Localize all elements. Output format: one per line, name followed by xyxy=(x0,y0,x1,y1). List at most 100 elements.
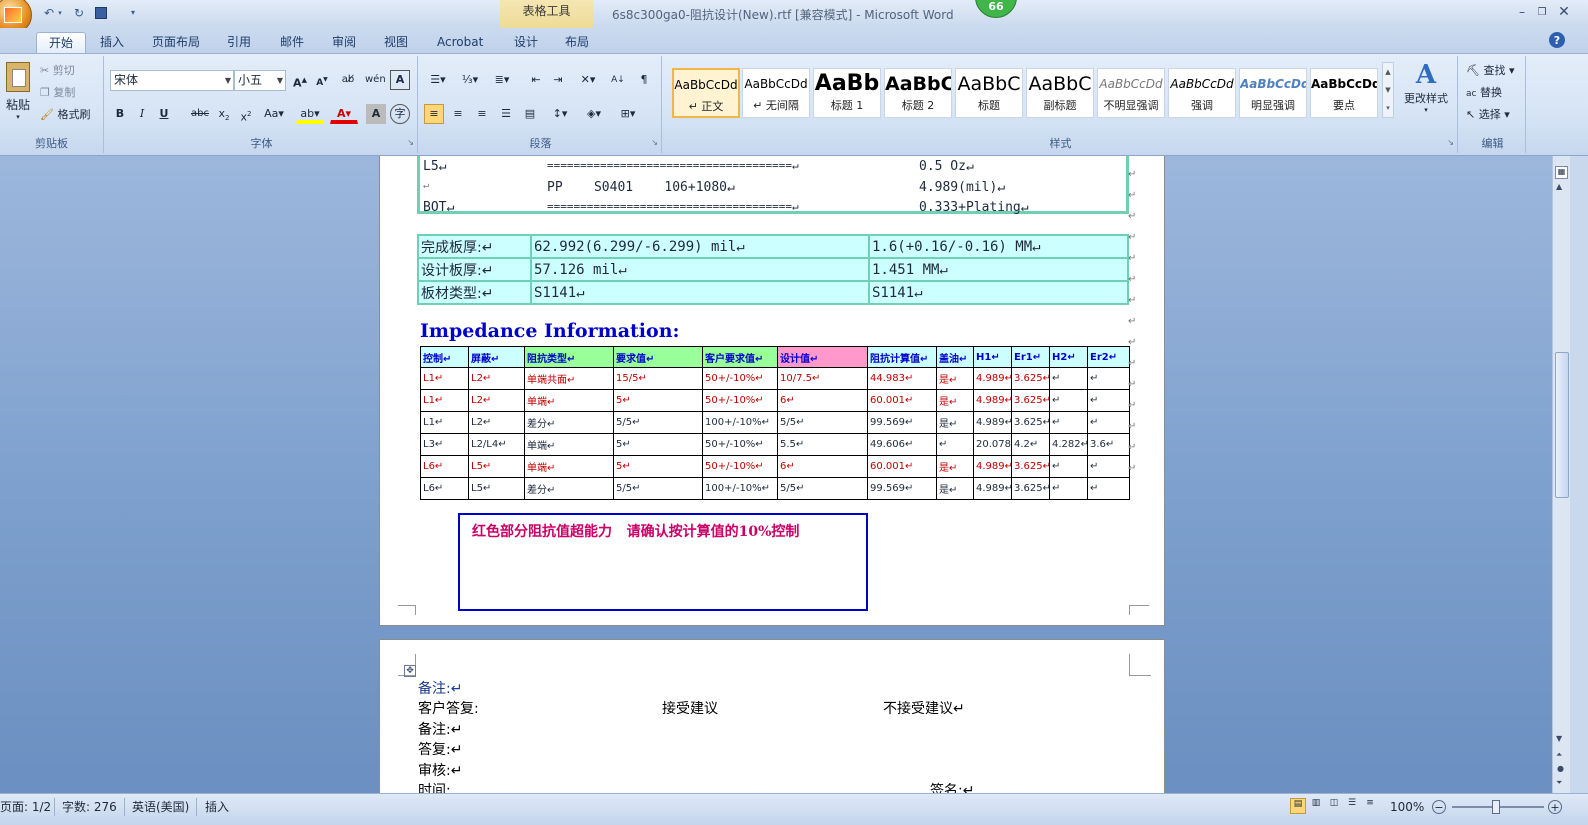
style-subtitle[interactable]: AaBbC 副标题 xyxy=(1026,68,1094,118)
tab-page-layout[interactable]: 页面布局 xyxy=(140,32,212,53)
multilevel-list-icon[interactable]: ≣▾ xyxy=(488,70,516,90)
clear-format-icon[interactable]: ab̸ xyxy=(338,70,358,90)
table-move-handle-icon[interactable]: ✥ xyxy=(404,665,416,677)
numbering-icon[interactable]: ⅓▾ xyxy=(456,70,484,90)
table-cell: 20.078↵ xyxy=(973,433,1012,456)
accept-option[interactable]: 接受建议 xyxy=(662,698,718,718)
subscript-icon[interactable]: x2 xyxy=(214,104,234,124)
zoom-out-icon[interactable]: − xyxy=(1432,800,1446,814)
word-count[interactable]: 字数: 276 xyxy=(62,796,117,818)
customize-qat-icon[interactable]: ▾ xyxy=(124,4,142,22)
replace-button[interactable]: ac 替换 xyxy=(1466,84,1502,100)
shrink-font-icon[interactable]: A▼ xyxy=(312,70,332,90)
style-title[interactable]: AaBbC 标题 xyxy=(955,68,1023,118)
underline-icon[interactable]: U xyxy=(154,104,174,124)
browse-object-icon[interactable]: ● xyxy=(1557,764,1564,773)
copy-button[interactable]: ❐ 复制 xyxy=(40,84,75,100)
enclose-char-icon[interactable]: 字 xyxy=(390,104,410,124)
style-normal[interactable]: AaBbCcDd ↵ 正文 xyxy=(672,68,740,118)
decrease-indent-icon[interactable]: ⇤ xyxy=(526,70,546,90)
font-name-combo[interactable]: 宋体 ▼ xyxy=(110,70,234,91)
show-marks-icon[interactable]: ¶ xyxy=(634,70,654,90)
outline-icon[interactable]: ☰ xyxy=(1344,798,1360,814)
restore-icon[interactable]: ❐ xyxy=(1532,3,1552,21)
zoom-slider-thumb[interactable] xyxy=(1492,800,1500,814)
shading-icon[interactable]: ◈▾ xyxy=(580,104,608,124)
change-styles-button[interactable]: A 更改样式 ▾ xyxy=(1398,60,1454,114)
highlight-icon[interactable]: ab▾ xyxy=(296,104,324,124)
cut-button[interactable]: ✂ 剪切 xyxy=(40,62,75,78)
font-color-icon[interactable]: A▾ xyxy=(330,104,358,124)
draft-icon[interactable]: ≡ xyxy=(1362,798,1378,814)
style-emphasis[interactable]: AaBbCcDd 强调 xyxy=(1168,68,1236,118)
align-right-icon[interactable]: ≡ xyxy=(472,104,492,124)
reject-option[interactable]: 不接受建议↵ xyxy=(883,698,965,718)
strikethrough-icon[interactable]: abc xyxy=(190,104,210,124)
align-left-icon[interactable]: ≡ xyxy=(424,104,444,124)
tab-layout[interactable]: 布局 xyxy=(553,32,601,53)
ruler-toggle-icon[interactable]: ▦ xyxy=(1555,166,1568,179)
table-cell: 49.606↵ xyxy=(867,433,937,456)
style-strong[interactable]: AaBbCcDd 要点 xyxy=(1310,68,1378,118)
redo-icon[interactable]: ↻ xyxy=(70,4,88,22)
minimize-icon[interactable]: – xyxy=(1512,3,1532,21)
tab-view[interactable]: 视图 xyxy=(372,32,420,53)
chinese-layout-icon[interactable]: ✕▾ xyxy=(574,70,602,90)
align-center-icon[interactable]: ≡ xyxy=(448,104,468,124)
prev-page-icon[interactable]: ⏶ xyxy=(1556,750,1562,760)
scroll-thumb[interactable] xyxy=(1555,352,1569,498)
tab-references[interactable]: 引用 xyxy=(215,32,263,53)
tab-insert[interactable]: 插入 xyxy=(88,32,136,53)
paste-button[interactable]: 粘贴 ▾ xyxy=(2,60,34,130)
bold-icon[interactable]: B xyxy=(110,104,130,124)
tab-home[interactable]: 开始 xyxy=(36,32,87,53)
vertical-scrollbar[interactable]: ▦ ▲ ▼ ⏶ ● ⏷ xyxy=(1552,156,1570,793)
full-screen-reading-icon[interactable]: ▥ xyxy=(1308,798,1324,814)
grow-font-icon[interactable]: A▲ xyxy=(290,70,310,90)
change-case-icon[interactable]: Aa▾ xyxy=(260,104,288,124)
line-spacing-icon[interactable]: ↕▾ xyxy=(546,104,574,124)
undo-dropdown-icon[interactable]: ▾ xyxy=(56,4,64,22)
next-page-icon[interactable]: ⏷ xyxy=(1556,778,1562,788)
font-size-combo[interactable]: 小五 ▼ xyxy=(234,70,286,91)
sort-icon[interactable]: A↓ xyxy=(608,70,628,90)
justify-icon[interactable]: ☰ xyxy=(496,104,516,124)
style-heading-2[interactable]: AaBbC 标题 2 xyxy=(884,68,952,118)
style-no-spacing[interactable]: AaBbCcDd ↵ 无间隔 xyxy=(742,68,810,118)
font-dialog-launcher-icon[interactable]: ↘ xyxy=(407,138,414,147)
close-icon[interactable]: ✕ xyxy=(1552,3,1576,21)
style-heading-1[interactable]: AaBb 标题 1 xyxy=(813,68,881,118)
language-indicator[interactable]: 英语(美国) xyxy=(132,796,189,818)
tab-design[interactable]: 设计 xyxy=(502,32,550,53)
distributed-icon[interactable]: ▤ xyxy=(520,104,540,124)
superscript-icon[interactable]: x2 xyxy=(236,104,256,124)
web-layout-icon[interactable]: ◫ xyxy=(1326,798,1342,814)
bullets-icon[interactable]: ☰▾ xyxy=(424,70,452,90)
scroll-down-icon[interactable]: ▼ xyxy=(1556,734,1562,743)
style-intense-emphasis[interactable]: AaBbCcDd 明显强调 xyxy=(1239,68,1307,118)
italic-icon[interactable]: I xyxy=(132,104,152,124)
increase-indent-icon[interactable]: ⇥ xyxy=(548,70,568,90)
style-subtle-emphasis[interactable]: AaBbCcDd 不明显强调 xyxy=(1097,68,1165,118)
find-button[interactable]: ⛏ 查找 ▾ xyxy=(1466,62,1515,78)
zoom-level[interactable]: 100% xyxy=(1390,796,1424,818)
borders-icon[interactable]: ⊞▾ xyxy=(614,104,642,124)
phonetic-guide-icon[interactable]: wén xyxy=(364,70,386,90)
help-icon[interactable]: ? xyxy=(1549,32,1565,48)
tab-mailings[interactable]: 邮件 xyxy=(268,32,316,53)
page-indicator[interactable]: 页面: 1/2 xyxy=(0,796,51,818)
styles-dialog-launcher-icon[interactable]: ↘ xyxy=(1447,138,1454,147)
zoom-in-icon[interactable]: + xyxy=(1548,800,1562,814)
char-border-icon[interactable]: A xyxy=(390,70,410,90)
save-icon[interactable] xyxy=(92,4,110,22)
styles-scroll[interactable]: ▲ ▼ ▾ xyxy=(1382,62,1394,118)
format-painter-button[interactable]: 🖌 格式刷 xyxy=(40,106,90,122)
char-shading-icon[interactable]: A xyxy=(366,104,386,124)
tab-acrobat[interactable]: Acrobat xyxy=(425,32,495,53)
paragraph-dialog-launcher-icon[interactable]: ↘ xyxy=(651,138,658,147)
tab-review[interactable]: 审阅 xyxy=(320,32,368,53)
scroll-up-icon[interactable]: ▲ xyxy=(1556,182,1562,191)
print-layout-icon[interactable]: ▤ xyxy=(1290,798,1306,814)
insert-mode[interactable]: 插入 xyxy=(205,796,229,818)
select-button[interactable]: ↖ 选择 ▾ xyxy=(1466,106,1510,122)
